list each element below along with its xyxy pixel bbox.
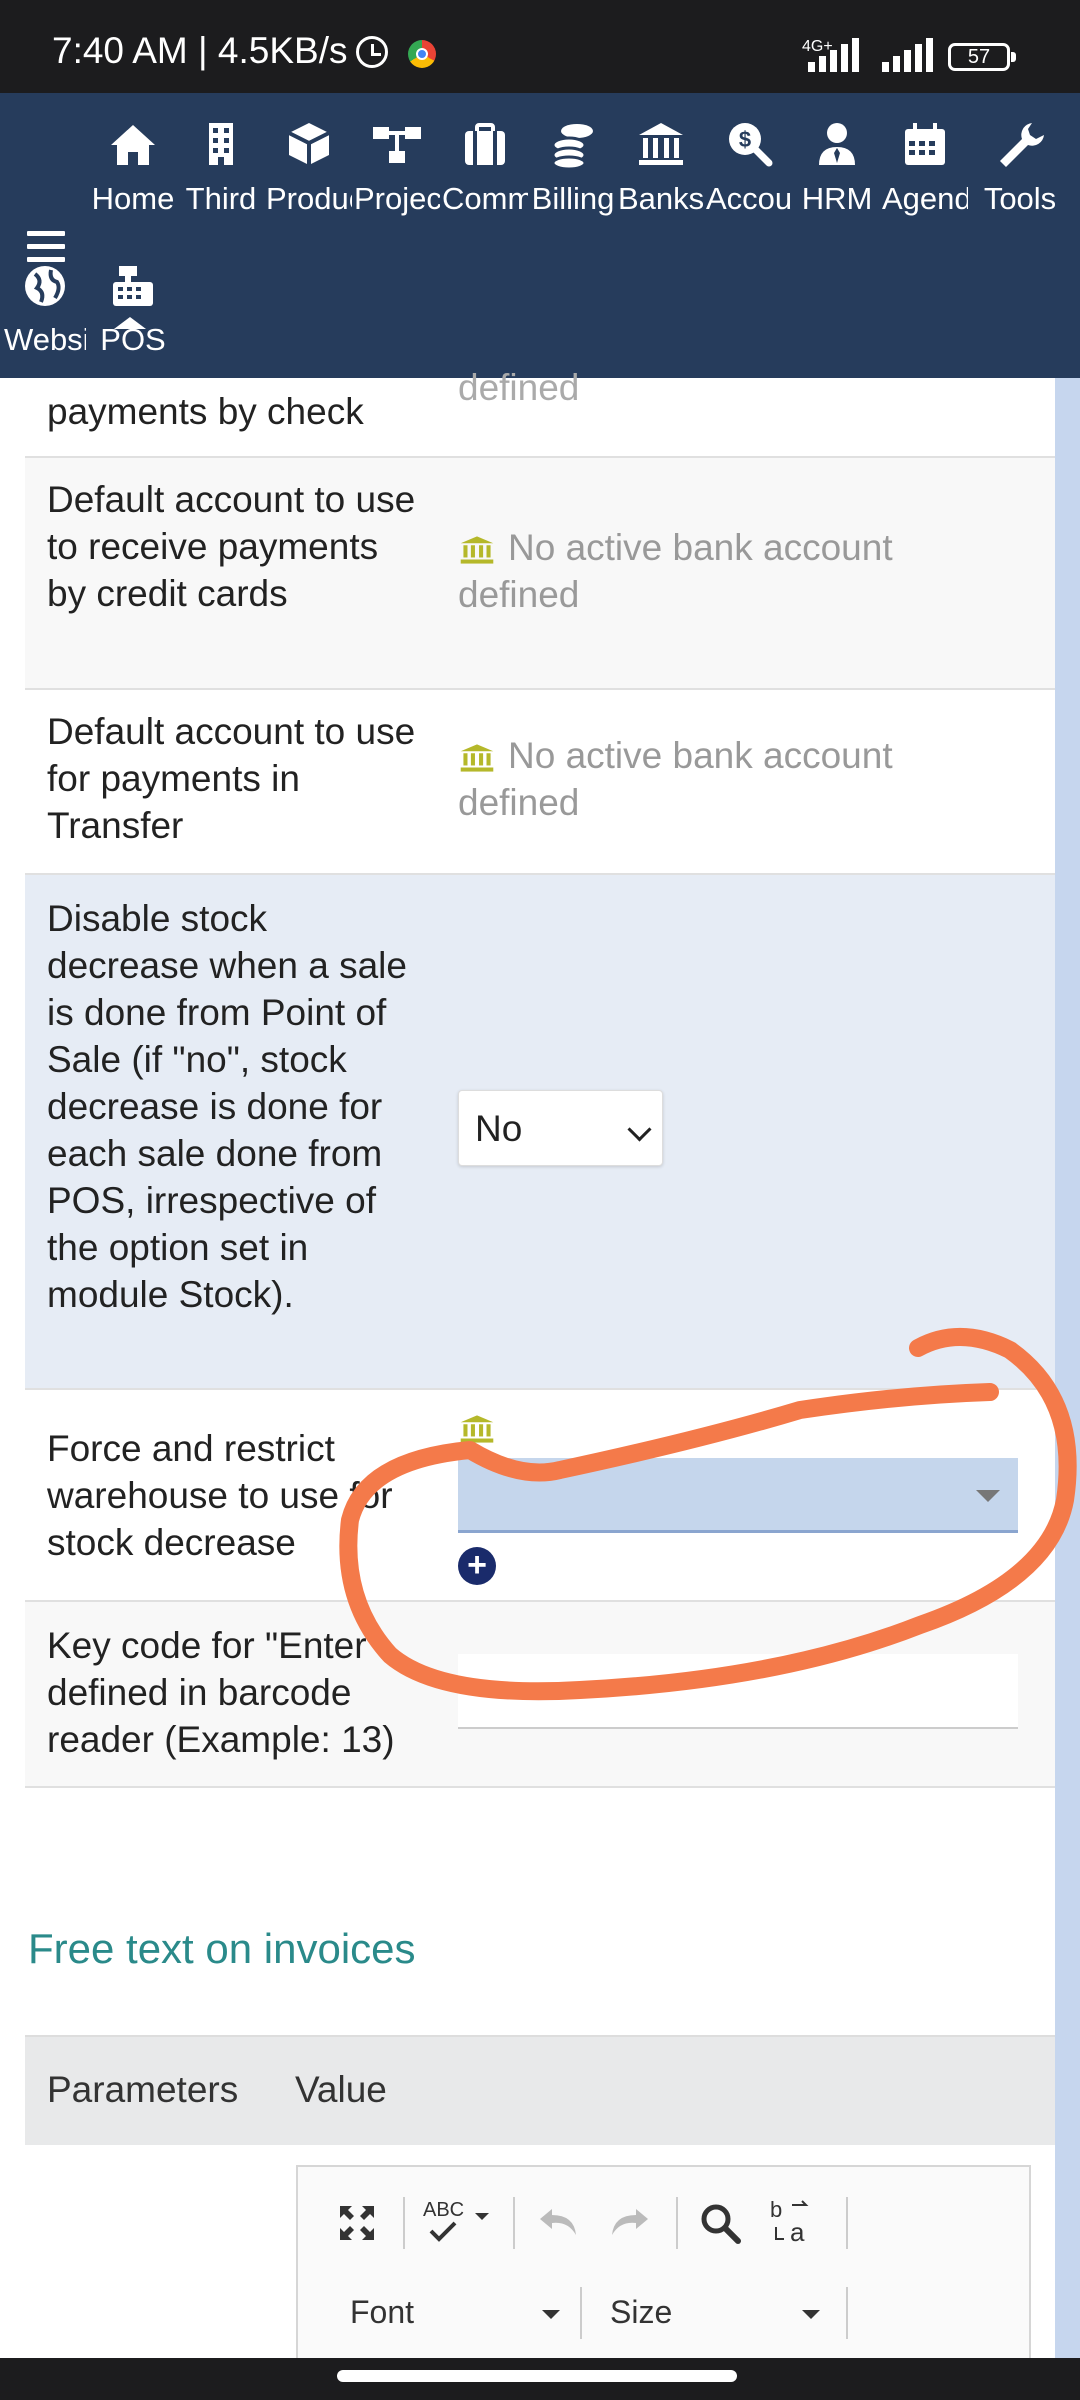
wrench-icon [1000, 123, 1044, 167]
user-tie-icon [819, 123, 855, 165]
status-time: 7:40 AM | 4.5KB/s [52, 30, 348, 71]
nav-third[interactable]: Third [178, 117, 264, 247]
nav-banks[interactable]: Banks [618, 117, 704, 247]
nav-website[interactable]: Website [4, 258, 86, 388]
nav-agenda[interactable]: Agenda [882, 117, 968, 247]
stock-decrease-select[interactable]: No [458, 1090, 663, 1166]
setting-row-warehouse: Force and restrict warehouse to use for … [25, 1390, 1055, 1602]
svg-text:a: a [790, 2217, 805, 2247]
search-dollar-icon: $ [729, 123, 773, 167]
search-icon[interactable] [698, 2201, 742, 2245]
redo-icon[interactable] [608, 2205, 652, 2239]
setting-label: payments by check [47, 391, 364, 432]
setting-label: Key code for "Enter" defined in barcode … [47, 1625, 395, 1760]
add-warehouse-icon[interactable]: + [458, 1547, 496, 1585]
warehouse-icon [460, 1415, 494, 1443]
spellcheck-icon[interactable]: ABC [423, 2199, 493, 2247]
nav-accounting[interactable]: $ Accounting [706, 117, 792, 247]
size-dropdown[interactable]: Size [610, 2294, 820, 2334]
maximize-icon[interactable] [336, 2202, 378, 2244]
coins-icon [551, 124, 593, 171]
top-navigation: Home Third Products Projects Commercial … [0, 93, 1080, 378]
cash-register-icon [113, 266, 153, 306]
cube-icon [288, 123, 330, 165]
setting-row-credit-cards: Default account to use to receive paymen… [25, 458, 1055, 690]
no-bank-account-text: No active bank account [508, 527, 893, 568]
undo-icon[interactable] [536, 2205, 580, 2239]
home-gesture-handle[interactable] [337, 2370, 737, 2382]
globe-icon [25, 266, 65, 306]
nav-tools[interactable]: Tools [970, 117, 1070, 247]
setting-value: defined [458, 367, 580, 408]
alarm-icon [356, 36, 388, 68]
parameters-table-header: Parameters Value [25, 2035, 1055, 2145]
building-icon [209, 123, 233, 165]
signal-icon-2 [882, 38, 938, 72]
svg-text:$: $ [739, 127, 751, 152]
column-value: Value [295, 2069, 387, 2110]
setting-row-transfer: Default account to use for payments in T… [25, 690, 1055, 875]
caret-down-icon [542, 2310, 560, 2319]
setting-label: Default account to use to receive paymen… [47, 479, 416, 614]
nav-projects[interactable]: Projects [354, 117, 440, 247]
barcode-enter-input[interactable] [458, 1654, 1018, 1729]
setting-label: Force and restrict warehouse to use for … [47, 1428, 393, 1563]
nav-home[interactable]: Home [90, 117, 176, 247]
section-title: Free text on invoices [28, 1925, 416, 1972]
setting-row-check-payments: payments by check defined [25, 367, 1055, 458]
left-gutter [0, 378, 25, 2358]
nav-commercial[interactable]: Commercial [442, 117, 528, 247]
nav-billing[interactable]: Billing [530, 117, 616, 247]
bank-icon [639, 123, 683, 165]
chevron-down-icon [627, 1117, 652, 1142]
bank-icon [460, 536, 494, 564]
home-icon [111, 125, 155, 165]
no-bank-account-text: No active bank account [508, 735, 893, 776]
setting-row-disable-stock-decrease: Disable stock decrease when a sale is do… [25, 875, 1055, 1390]
signal-icon [808, 38, 864, 72]
caret-down-icon [976, 1490, 1000, 1502]
bank-icon [460, 744, 494, 772]
nav-hrm[interactable]: HRM [794, 117, 880, 247]
briefcase-icon [465, 123, 505, 165]
caret-down-icon [802, 2310, 820, 2319]
setting-label: Default account to use for payments in T… [47, 711, 416, 846]
sitemap-icon [373, 127, 421, 163]
right-gutter [1055, 378, 1080, 2358]
system-navigation-bar [0, 2358, 1080, 2400]
svg-text:b: b [770, 2197, 782, 2222]
calendar-icon [905, 123, 945, 165]
column-parameters: Parameters [47, 2069, 239, 2110]
font-dropdown[interactable]: Font [350, 2294, 560, 2334]
nav-products[interactable]: Products [266, 117, 352, 247]
chrome-icon [408, 40, 436, 68]
setting-row-barcode-enter: Key code for "Enter" defined in barcode … [25, 1602, 1055, 1788]
battery-icon: 57 [948, 43, 1016, 71]
warehouse-select[interactable] [458, 1458, 1018, 1533]
replace-icon[interactable]: ba [768, 2197, 814, 2247]
setting-label: Disable stock decrease when a sale is do… [47, 898, 407, 1315]
status-bar: 7:40 AM | 4.5KB/s 4G+ 57 [0, 0, 1080, 93]
active-nav-indicator [114, 317, 146, 329]
